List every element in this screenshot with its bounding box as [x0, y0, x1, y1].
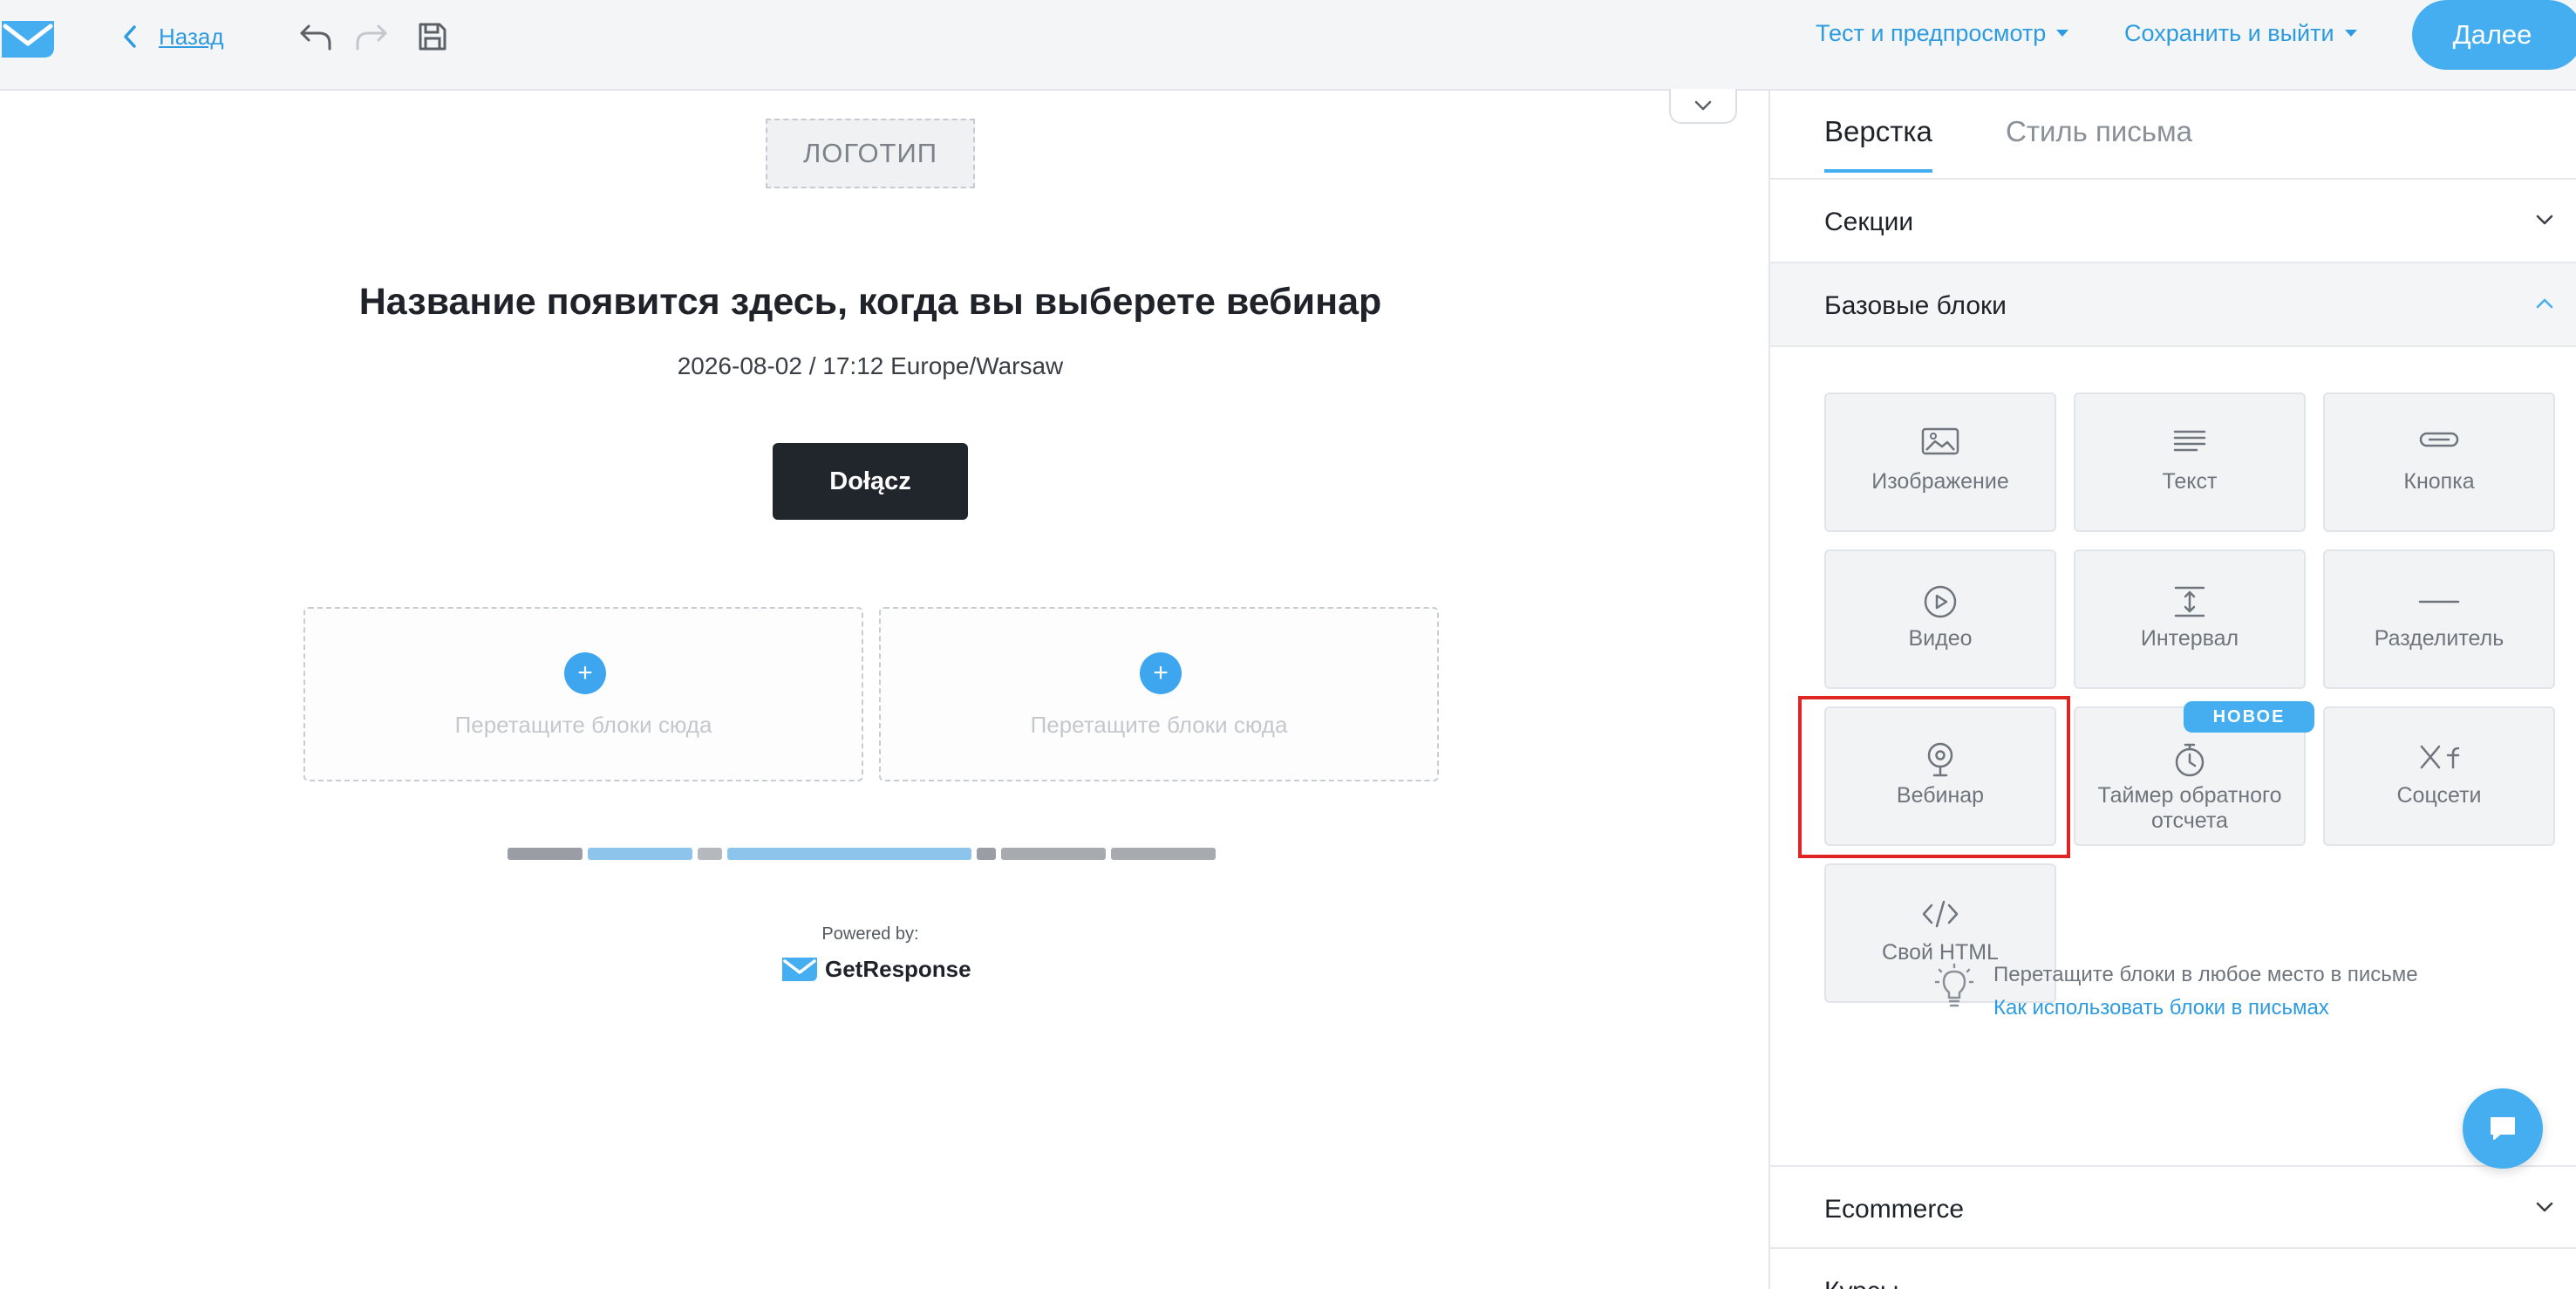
- test-preview-menu[interactable]: Тест и предпросмотр: [1816, 16, 2069, 51]
- getresponse-logo-icon[interactable]: [0, 17, 56, 59]
- spacer-icon: [2075, 584, 2304, 619]
- powered-by-label: Powered by:: [821, 924, 919, 944]
- section-label: Курсы: [1824, 1277, 1898, 1289]
- drop-zone-left[interactable]: + Перетащите блоки сюда: [303, 607, 863, 781]
- section-label: Ecommerce: [1824, 1195, 1965, 1224]
- add-block-icon[interactable]: +: [564, 652, 606, 694]
- caret-down-icon: [2344, 30, 2357, 37]
- code-icon: [1826, 898, 2055, 933]
- next-button[interactable]: Далее: [2412, 0, 2576, 70]
- block-image[interactable]: Изображение: [1824, 392, 2056, 532]
- top-bar: Назад Тест и предпросмотр Сохранить и вы…: [0, 0, 2576, 91]
- section-ecommerce[interactable]: Ecommerce: [1770, 1165, 2576, 1249]
- section-label: Базовые блоки: [1824, 291, 2007, 320]
- block-label: Таймер обратного отсчета: [2097, 783, 2282, 833]
- chevron-down-icon: [2534, 209, 2555, 230]
- tab-email-style[interactable]: Стиль письма: [2006, 115, 2192, 148]
- block-video[interactable]: Видео: [1824, 549, 2056, 689]
- block-button[interactable]: Кнопка: [2323, 392, 2555, 532]
- new-badge: НОВОЕ: [2184, 701, 2314, 733]
- block-label: Текст: [2162, 469, 2218, 494]
- section-sections[interactable]: Секции: [1770, 180, 2576, 263]
- drop-hint: Перетащите блоки сюда: [1030, 712, 1288, 738]
- redo-icon[interactable]: [352, 17, 391, 56]
- collapse-toggle[interactable]: [1669, 89, 1737, 124]
- test-preview-label: Тест и предпросмотр: [1816, 19, 2047, 46]
- logo-placeholder[interactable]: ЛОГОТИП: [766, 119, 975, 188]
- webinar-highlight-box: [1798, 696, 2070, 858]
- lightbulb-icon: [1934, 963, 1974, 1008]
- section-courses[interactable]: Курсы: [1770, 1249, 2576, 1289]
- caret-down-icon: [2056, 30, 2069, 37]
- blurred-footer-text: [508, 842, 1226, 865]
- getresponse-brand: GetResponse: [781, 954, 971, 984]
- next-button-label: Далее: [2452, 19, 2532, 50]
- block-label: Интервал: [2140, 626, 2239, 651]
- chevron-down-icon: [2534, 1197, 2555, 1217]
- back-link[interactable]: Назад: [122, 19, 224, 54]
- tip-help-link[interactable]: Как использовать блоки в письмах: [1993, 996, 2329, 1020]
- blocks-panel: Верстка Стиль письма Секции Базовые блок…: [1768, 91, 2576, 1289]
- save-icon[interactable]: [413, 17, 452, 56]
- save-exit-menu[interactable]: Сохранить и выйти: [2124, 16, 2357, 51]
- join-button[interactable]: Dołącz: [773, 443, 968, 520]
- chevron-up-icon: [2534, 293, 2555, 314]
- chat-bubble-icon: [2488, 1115, 2518, 1142]
- section-label: Секции: [1824, 208, 1914, 236]
- block-label: Изображение: [1871, 469, 2009, 494]
- add-block-icon[interactable]: +: [1140, 652, 1182, 694]
- block-spacer[interactable]: Интервал: [2074, 549, 2306, 689]
- block-text[interactable]: Текст: [2074, 392, 2306, 532]
- block-label: Кнопка: [2403, 469, 2475, 494]
- text-icon: [2075, 427, 2304, 462]
- save-exit-label: Сохранить и выйти: [2124, 19, 2334, 46]
- block-label: Свой HTML: [1882, 940, 1999, 965]
- video-icon: [1826, 584, 2055, 619]
- block-label: Соцсети: [2396, 783, 2482, 808]
- section-basic-blocks[interactable]: Базовые блоки: [1770, 263, 2576, 347]
- block-divider[interactable]: Разделитель: [2323, 549, 2555, 689]
- block-social[interactable]: Соцсети: [2323, 706, 2555, 846]
- envelope-logo-icon: [781, 956, 818, 982]
- email-canvas: ЛОГОТИП Название появится здесь, когда в…: [0, 89, 1768, 1289]
- chat-button[interactable]: [2463, 1088, 2543, 1169]
- button-icon: [2325, 427, 2553, 462]
- drop-zone-right[interactable]: + Перетащите блоки сюда: [879, 607, 1439, 781]
- logo-placeholder-label: ЛОГОТИП: [802, 138, 938, 168]
- back-label: Назад: [159, 23, 224, 50]
- image-icon: [1826, 427, 2055, 462]
- social-icon: [2325, 741, 2553, 776]
- chevron-left-icon: [122, 24, 138, 49]
- webinar-title: Название появится здесь, когда вы выбере…: [358, 281, 1382, 323]
- tip-text: Перетащите блоки в любое место в письме: [1993, 963, 2418, 986]
- timer-icon: [2075, 741, 2304, 777]
- divider-icon: [2325, 584, 2553, 619]
- webinar-datetime: 2026-08-02 / 17:12 Europe/Warsaw: [677, 352, 1064, 379]
- drop-hint: Перетащите блоки сюда: [454, 712, 712, 738]
- brand-name: GetResponse: [825, 955, 971, 982]
- chevron-down-icon: [1693, 99, 1713, 112]
- undo-icon[interactable]: [296, 17, 335, 56]
- block-label: Разделитель: [2374, 626, 2504, 651]
- tab-layout[interactable]: Верстка: [1824, 115, 1932, 173]
- block-label: Видео: [1908, 626, 1973, 651]
